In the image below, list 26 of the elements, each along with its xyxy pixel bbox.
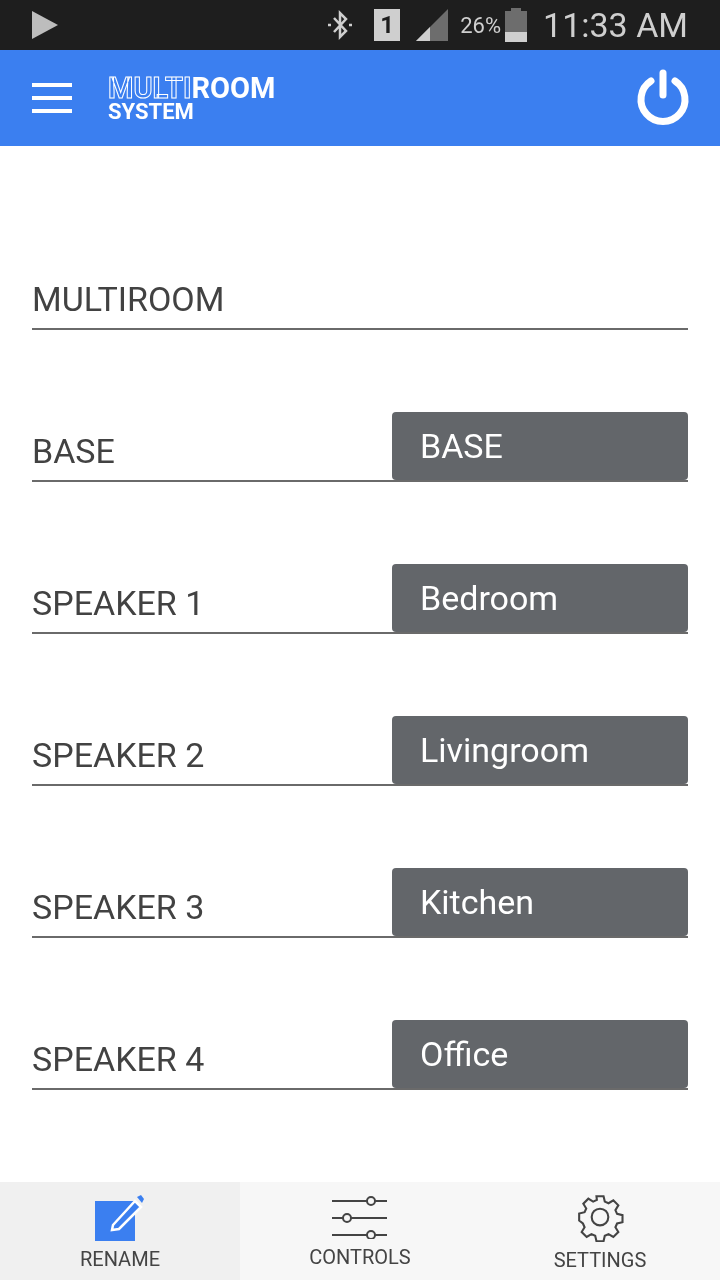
logo-text: MULTI xyxy=(108,73,192,103)
signal-icon xyxy=(416,9,449,41)
battery-percentage: 26% xyxy=(460,11,502,40)
name-field[interactable]: MULTIROOM xyxy=(32,282,688,330)
name-input[interactable]: BASE xyxy=(392,412,688,480)
field-label: SPEAKER 4 xyxy=(32,1042,206,1081)
play-icon xyxy=(32,11,58,39)
logo-text: ROOM xyxy=(191,73,276,103)
name-input[interactable]: Livingroom xyxy=(392,716,688,784)
menu-icon[interactable] xyxy=(32,83,72,113)
field-label: SPEAKER 3 xyxy=(32,890,206,929)
name-input[interactable]: Office xyxy=(392,1020,688,1088)
name-input[interactable]: Bedroom xyxy=(392,564,688,632)
logo-subtitle: SYSTEM xyxy=(108,100,195,123)
field-label: BASE xyxy=(32,434,116,473)
settings-icon xyxy=(575,1192,625,1242)
edit-icon xyxy=(95,1193,145,1241)
battery-icon xyxy=(505,8,528,42)
field-label: SPEAKER 2 xyxy=(32,738,206,777)
field-label: SPEAKER 1 xyxy=(32,586,206,625)
clock: 11:33 AM xyxy=(543,8,688,42)
sim-indicator: 1 xyxy=(374,9,401,41)
nav-tab[interactable]: RENAME xyxy=(0,1182,240,1280)
sliders-icon xyxy=(331,1195,389,1239)
name-input[interactable]: Kitchen xyxy=(392,868,688,936)
bluetooth-icon xyxy=(326,10,355,40)
